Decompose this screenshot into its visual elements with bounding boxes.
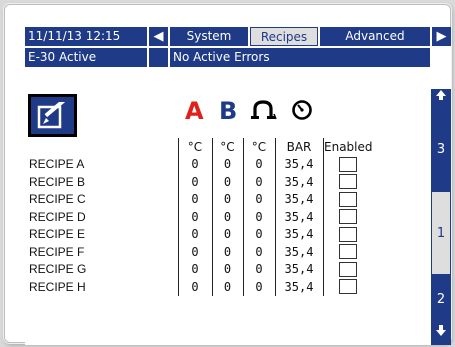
recipe-name: RECIPE A <box>29 157 85 172</box>
recipe-hose-temp: 0 <box>242 225 275 243</box>
recipe-b-temp: 0 <box>211 173 243 191</box>
recipe-pressure: 35,4 <box>274 208 323 226</box>
recipe-enabled-checkbox[interactable] <box>339 226 358 242</box>
recipe-name: RECIPE C <box>29 192 86 207</box>
recipe-row[interactable]: RECIPE C 0 0 0 35,4 <box>28 190 373 208</box>
enabled-header: Enabled <box>322 138 373 156</box>
recipe-name: RECIPE H <box>29 279 86 294</box>
unit-b-header: °C <box>211 138 243 156</box>
recipe-row[interactable]: RECIPE D 0 0 0 35,4 <box>28 208 373 226</box>
recipe-row[interactable]: RECIPE B 0 0 0 35,4 <box>28 173 373 191</box>
recipe-hose-temp: 0 <box>242 243 275 261</box>
recipe-pressure: 35,4 <box>274 155 323 173</box>
page-button-2[interactable]: 2 <box>431 275 451 323</box>
recipe-b-temp: 0 <box>211 225 243 243</box>
recipe-enabled-cell <box>322 225 373 243</box>
recipe-pressure: 35,4 <box>274 190 323 208</box>
recipe-b-temp: 0 <box>211 260 243 278</box>
recipe-a-temp: 0 <box>177 173 212 191</box>
nav-left-arrow-icon[interactable]: ◀ <box>149 27 168 46</box>
recipe-table: °C °C °C BAR Enabled RECIPE A 0 0 0 35,4 RECI… <box>28 138 373 296</box>
recipe-b-temp: 0 <box>211 243 243 261</box>
recipe-enabled-cell <box>322 173 373 191</box>
recipe-enabled-checkbox[interactable] <box>339 174 358 190</box>
recipe-hose-temp: 0 <box>242 208 275 226</box>
unit-a-header: °C <box>177 138 212 156</box>
scroll-down-arrow-icon[interactable] <box>431 323 451 345</box>
system-mode-status: E-30 Active <box>25 48 147 67</box>
recipe-name: RECIPE F <box>29 244 85 259</box>
display-frame: 11/11/13 12:15 ◀ System Recipes Advanced… <box>4 4 451 345</box>
recipe-b-temp: 0 <box>211 155 243 173</box>
pressure-gauge-icon <box>292 100 312 120</box>
tab-system[interactable]: System <box>170 27 248 46</box>
status-indicator <box>149 48 168 67</box>
name-header <box>28 138 178 156</box>
recipe-a-temp: 0 <box>177 225 212 243</box>
recipe-enabled-checkbox[interactable] <box>339 209 358 225</box>
recipe-b-temp: 0 <box>211 190 243 208</box>
recipe-b-temp: 0 <box>211 278 243 296</box>
recipe-pressure: 35,4 <box>274 225 323 243</box>
unit-pressure-header: BAR <box>274 138 323 156</box>
recipe-row[interactable]: RECIPE F 0 0 0 35,4 <box>28 243 373 261</box>
recipe-hose-temp: 0 <box>242 173 275 191</box>
tab-advanced[interactable]: Advanced <box>320 27 430 46</box>
hose-heat-icon <box>251 100 277 120</box>
datetime-display: 11/11/13 12:15 <box>25 27 147 46</box>
recipe-name: RECIPE B <box>29 174 86 189</box>
recipe-enabled-cell <box>322 190 373 208</box>
recipe-enabled-cell <box>322 278 373 296</box>
recipe-pressure: 35,4 <box>274 278 323 296</box>
recipe-pressure: 35,4 <box>274 260 323 278</box>
recipe-name: RECIPE E <box>29 227 86 242</box>
recipe-hose-temp: 0 <box>242 278 275 296</box>
recipe-enabled-checkbox[interactable] <box>339 279 358 295</box>
recipe-name: RECIPE D <box>29 209 86 224</box>
recipe-a-temp: 0 <box>177 155 212 173</box>
recipe-enabled-checkbox[interactable] <box>339 191 358 207</box>
recipe-enabled-checkbox[interactable] <box>339 261 358 277</box>
recipe-a-temp: 0 <box>177 243 212 261</box>
recipe-a-temp: 0 <box>177 260 212 278</box>
component-a-label: A <box>185 97 204 125</box>
recipe-row[interactable]: RECIPE G 0 0 0 35,4 <box>28 260 373 278</box>
recipe-enabled-cell <box>322 243 373 261</box>
edit-pencil-icon <box>37 101 67 128</box>
component-b-label: B <box>219 97 238 125</box>
recipe-enabled-cell <box>322 260 373 278</box>
recipe-enabled-cell <box>322 155 373 173</box>
units-header-row: °C °C °C BAR Enabled <box>28 138 373 156</box>
recipe-a-temp: 0 <box>177 208 212 226</box>
recipe-row[interactable]: RECIPE E 0 0 0 35,4 <box>28 225 373 243</box>
display-screen: 11/11/13 12:15 ◀ System Recipes Advanced… <box>25 27 451 345</box>
recipe-hose-temp: 0 <box>242 190 275 208</box>
edit-button[interactable] <box>28 94 77 137</box>
recipe-name: RECIPE G <box>29 262 87 277</box>
scroll-up-arrow-icon[interactable] <box>431 89 451 107</box>
error-status: No Active Errors <box>170 48 430 67</box>
recipe-row[interactable]: RECIPE A 0 0 0 35,4 <box>28 155 373 173</box>
recipe-hose-temp: 0 <box>242 260 275 278</box>
recipe-pressure: 35,4 <box>274 173 323 191</box>
page-button-3[interactable]: 3 <box>431 107 451 191</box>
recipe-a-temp: 0 <box>177 278 212 296</box>
arrow-up-icon <box>436 90 446 100</box>
recipe-row[interactable]: RECIPE H 0 0 0 35,4 <box>28 278 373 296</box>
unit-hose-header: °C <box>242 138 275 156</box>
recipe-a-temp: 0 <box>177 190 212 208</box>
arrow-down-icon <box>436 325 446 336</box>
recipe-hose-temp: 0 <box>242 155 275 173</box>
recipe-enabled-cell <box>322 208 373 226</box>
tab-recipes[interactable]: Recipes <box>250 27 318 46</box>
recipe-enabled-checkbox[interactable] <box>339 244 358 260</box>
recipe-enabled-checkbox[interactable] <box>339 156 358 172</box>
page-button-1[interactable]: 1 <box>431 191 451 275</box>
nav-right-arrow-icon[interactable]: ▶ <box>432 27 451 46</box>
recipe-b-temp: 0 <box>211 208 243 226</box>
recipe-pressure: 35,4 <box>274 243 323 261</box>
